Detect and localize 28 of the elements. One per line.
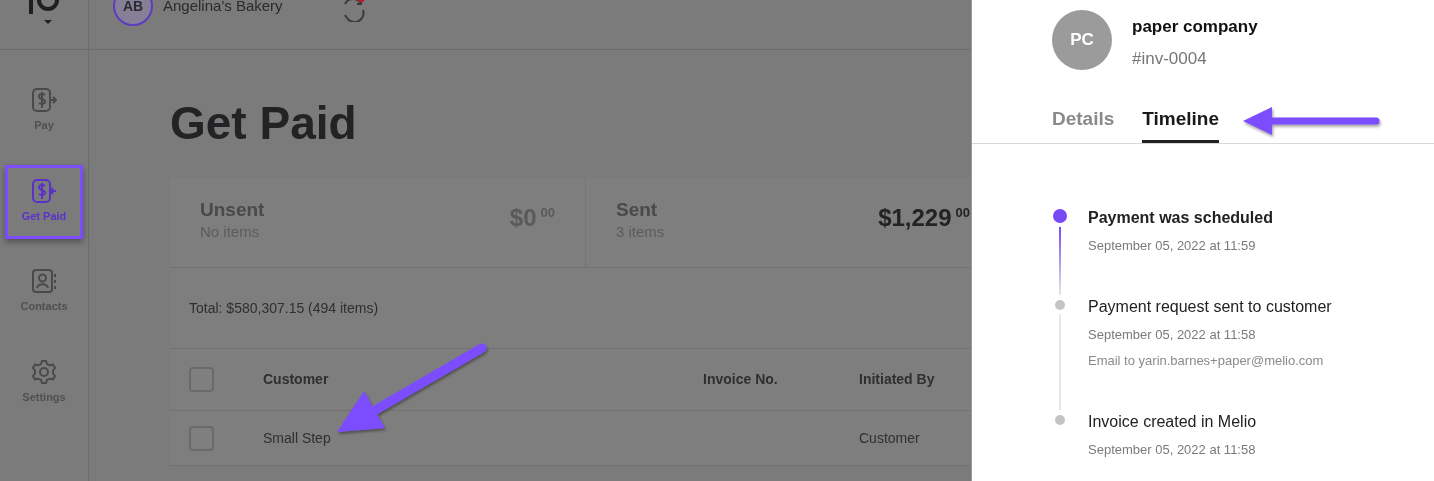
logo-icon [27, 0, 61, 26]
table-cell: Customer [859, 429, 920, 446]
account-name[interactable]: Angelina's Bakery [163, 0, 283, 18]
customer-avatar: PC [1052, 10, 1112, 70]
event-title: Payment was scheduled [1088, 207, 1273, 228]
total-summary: Total: $580,307.15 (494 items) [189, 298, 379, 318]
event-time: September 05, 2022 at 11:58 [1088, 441, 1257, 459]
event-title: Payment request sent to customer [1088, 297, 1332, 317]
column-header[interactable]: Invoice No. [703, 371, 778, 387]
contact-book-icon [31, 268, 57, 294]
page-title: Get Paid [170, 100, 358, 146]
invoice-number: #inv-0004 [1132, 47, 1208, 70]
column-header[interactable]: Initiated By [859, 371, 935, 387]
event-time: September 05, 2022 at 11:59 [1088, 236, 1257, 255]
table-cell: Small Step [263, 429, 331, 446]
event-note: Email to yarin.barnes+paper@melio.com [1088, 351, 1325, 370]
account-avatar[interactable]: AB [113, 0, 153, 26]
settings-icon [31, 358, 57, 385]
tab[interactable]: Details [1052, 105, 1115, 143]
summary-amount: $1,229 $^{00}$ [878, 203, 970, 233]
dollar-in-icon [31, 177, 57, 204]
event-time: September 05, 2022 at 11:58 [1088, 326, 1257, 344]
tab[interactable]: Timeline [1142, 105, 1220, 143]
event-title: Invoice created in Melio [1088, 412, 1257, 432]
column-header[interactable]: Customer [263, 371, 329, 387]
customer-name: paper company [1132, 16, 1258, 38]
sidebar-item[interactable]: Get Paid [5, 164, 83, 239]
dollar-out-icon [31, 87, 57, 113]
